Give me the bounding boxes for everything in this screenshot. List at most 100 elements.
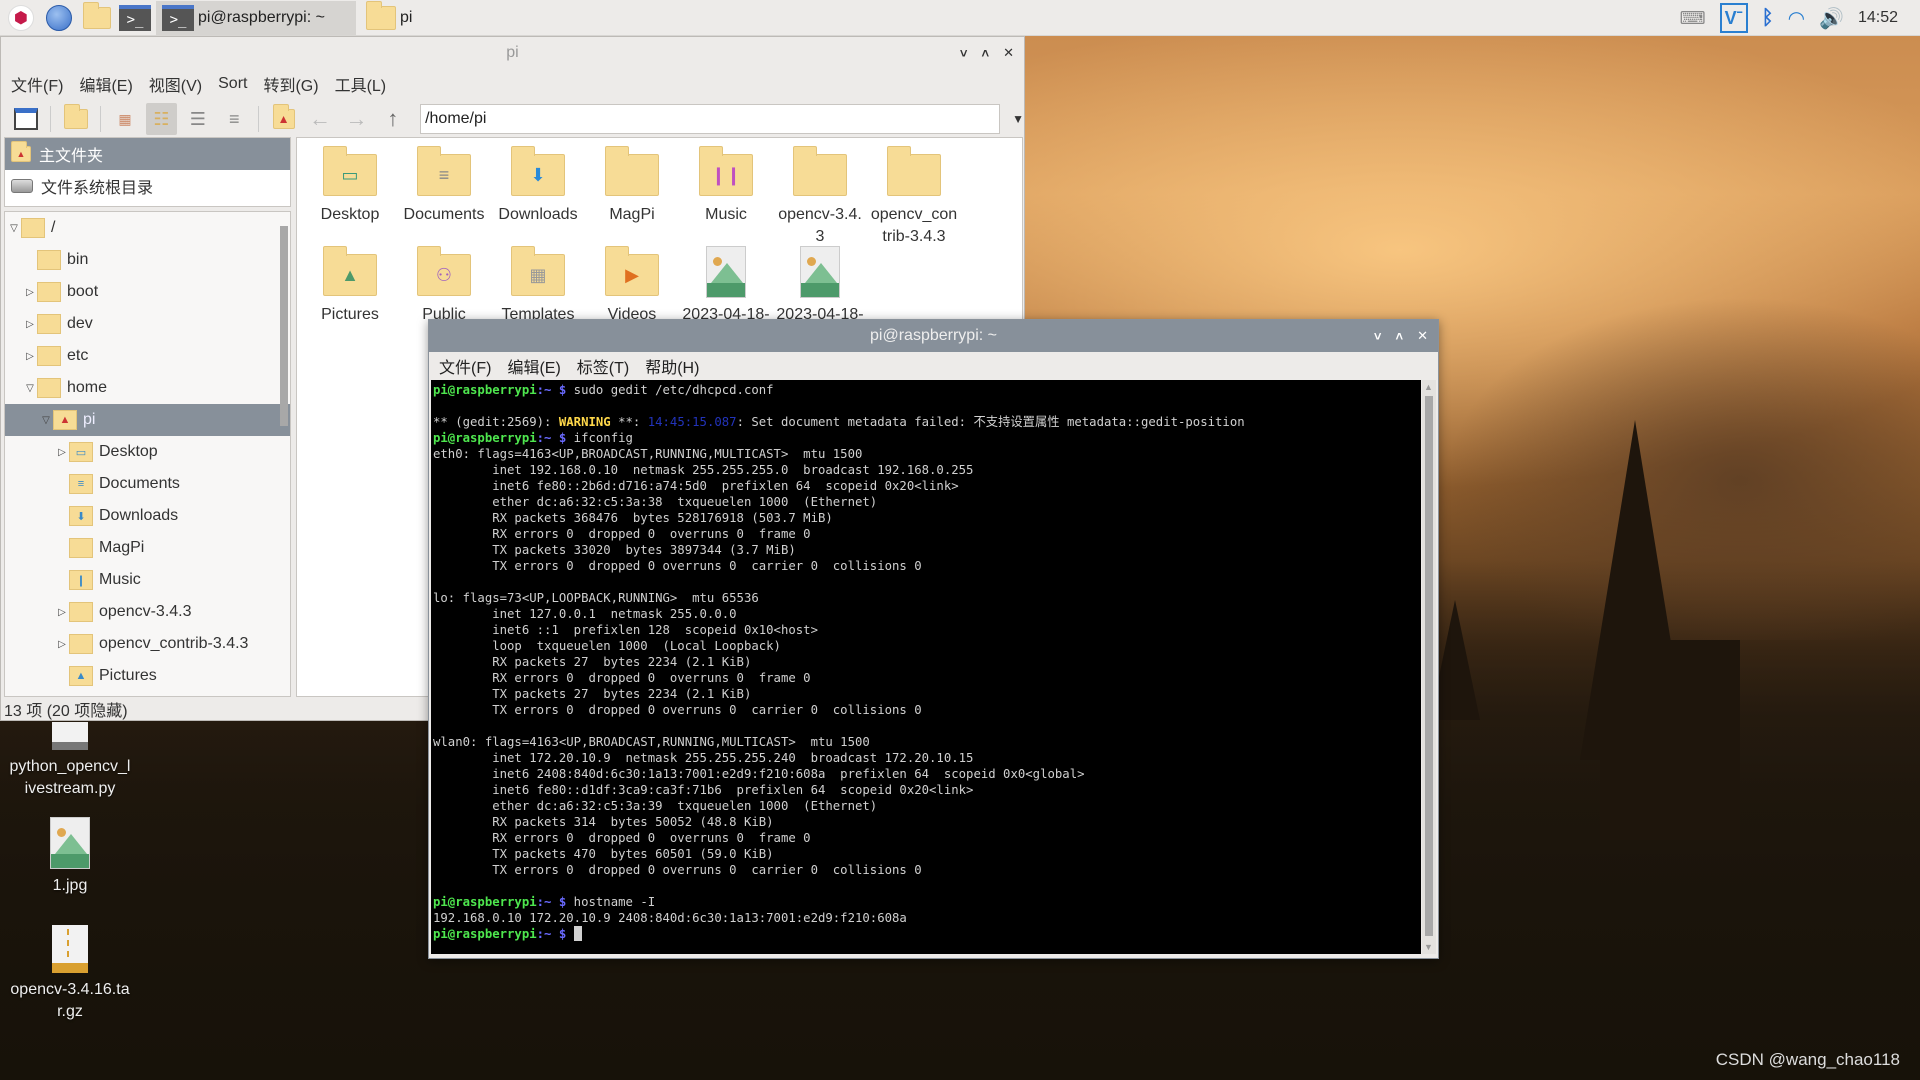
raspberry-menu-button[interactable]: ⬢	[4, 1, 38, 35]
tree-item[interactable]: ▷ boot	[5, 276, 290, 308]
desktop-icon-archive[interactable]: opencv-3.4.16.ta r.gz	[0, 925, 140, 1023]
vnc-icon[interactable]: Vˉ	[1719, 3, 1748, 33]
compact-view-button[interactable]: ☰	[183, 103, 213, 135]
tree-item[interactable]: ▽ ▲ pi	[5, 404, 290, 436]
folder-item[interactable]: ⬇ Downloads	[491, 144, 585, 226]
thumbnail-view-button[interactable]: ▦	[110, 103, 140, 135]
tree-scrollbar[interactable]	[280, 216, 288, 692]
window-titlebar[interactable]: pi@raspberrypi: ~ ˅ ˄ ✕	[429, 320, 1438, 352]
menu-file[interactable]: 文件(F)	[11, 72, 63, 96]
home-button[interactable]: ▲	[268, 103, 298, 135]
tree-item[interactable]: ▽ /	[5, 212, 290, 244]
maximize-button[interactable]: ˄	[1396, 329, 1404, 344]
wifi-icon[interactable]: ◠	[1788, 6, 1805, 31]
task-file-manager[interactable]: pi	[360, 0, 560, 35]
expander-open-icon[interactable]: ▽	[39, 415, 53, 426]
folder-item[interactable]: ▦ Templates	[491, 244, 585, 326]
menu-file[interactable]: 文件(F)	[439, 354, 491, 378]
tree-item[interactable]: ▲ Pictures	[5, 660, 290, 692]
folder-item[interactable]: ▶ Videos	[585, 244, 679, 326]
folder-item[interactable]: opencv_con trib-3.4.3	[867, 144, 961, 248]
folder-item[interactable]: ▲ Pictures	[303, 244, 397, 326]
place-home[interactable]: ▲ 主文件夹	[5, 138, 290, 170]
place-root[interactable]: 文件系统根目录	[5, 170, 290, 202]
tree-item[interactable]: MagPi	[5, 532, 290, 564]
image-file-item[interactable]: 2023-04-18-	[773, 244, 867, 326]
task-terminal[interactable]: >_ pi@raspberrypi: ~	[156, 0, 356, 35]
maximize-button[interactable]: ˄	[982, 46, 990, 61]
minimize-button[interactable]: ˅	[1374, 329, 1382, 344]
expander-closed-icon[interactable]: ▷	[55, 447, 69, 458]
tree-item[interactable]: ▷ etc	[5, 340, 290, 372]
terminal-scrollbar[interactable]: ▲ ▼	[1422, 380, 1436, 954]
expander-closed-icon[interactable]: ▷	[55, 639, 69, 650]
scroll-down-arrow-icon[interactable]: ▼	[1424, 942, 1433, 952]
expander-open-icon[interactable]: ▽	[7, 223, 21, 234]
tree-item-label: Documents	[99, 475, 180, 492]
back-button[interactable]: ←	[305, 103, 335, 135]
tree-item[interactable]: ▷ dev	[5, 308, 290, 340]
terminal-output[interactable]: pi@raspberrypi:~ $ sudo gedit /etc/dhcpc…	[431, 380, 1421, 954]
tree-item[interactable]: ≡ Documents	[5, 468, 290, 500]
menu-go[interactable]: 转到(G)	[263, 72, 318, 96]
tree-item[interactable]: ▷ opencv-3.4.3	[5, 596, 290, 628]
tree-item[interactable]: ❙ Music	[5, 564, 290, 596]
tree-item[interactable]: ▽ home	[5, 372, 290, 404]
new-folder-button[interactable]	[60, 103, 90, 135]
expander-open-icon[interactable]: ▽	[23, 383, 37, 394]
folder-item[interactable]: ⚇ Public	[397, 244, 491, 326]
tree-item-label: etc	[67, 347, 89, 364]
scrollbar-thumb[interactable]	[280, 226, 288, 426]
folder-item[interactable]: MagPi	[585, 144, 679, 226]
expander-closed-icon[interactable]: ▷	[23, 351, 37, 362]
text-file-icon	[52, 722, 88, 750]
folder-icon	[793, 146, 847, 196]
folder-item[interactable]: ▭ Desktop	[303, 144, 397, 226]
keyboard-icon[interactable]: ⌨	[1680, 8, 1706, 29]
icon-view-button[interactable]: ☷	[146, 103, 177, 135]
tree-item[interactable]: ▷ ▭ Desktop	[5, 436, 290, 468]
expander-closed-icon[interactable]: ▷	[23, 287, 37, 298]
file-manager-icon	[83, 1, 111, 29]
menu-sort[interactable]: Sort	[218, 75, 247, 93]
tree-item[interactable]: ⬇ Downloads	[5, 500, 290, 532]
new-window-button[interactable]	[11, 103, 41, 135]
path-history-dropdown[interactable]: ▼	[1012, 112, 1024, 126]
scrollbar-thumb[interactable]	[1425, 396, 1433, 936]
clock[interactable]: 14:52	[1858, 9, 1898, 27]
minimize-button[interactable]: ˅	[960, 46, 968, 61]
expander-closed-icon[interactable]: ▷	[55, 607, 69, 618]
menu-help[interactable]: 帮助(H)	[645, 354, 699, 378]
image-file-item[interactable]: 2023-04-18-	[679, 244, 773, 326]
bluetooth-icon[interactable]: ᛒ	[1762, 7, 1774, 30]
folder-item[interactable]: ≡ Documents	[397, 144, 491, 226]
desktop-icon-image[interactable]: 1.jpg	[0, 815, 140, 897]
folder-item[interactable]: opencv-3.4. 3	[773, 144, 867, 248]
web-browser-button[interactable]	[42, 1, 76, 35]
menu-edit[interactable]: 编辑(E)	[507, 354, 560, 378]
menu-tools[interactable]: 工具(L)	[335, 72, 387, 96]
tree-item-label: Desktop	[99, 443, 158, 460]
volume-icon[interactable]: 🔊	[1819, 6, 1844, 31]
expander-closed-icon[interactable]: ▷	[23, 319, 37, 330]
tree-item[interactable]: ▷ opencv_contrib-3.4.3	[5, 628, 290, 660]
window-titlebar[interactable]: pi ˅ ˄ ✕	[1, 37, 1024, 69]
list-view-button[interactable]: ≡	[219, 103, 249, 135]
path-input[interactable]: /home/pi	[420, 104, 1001, 134]
folder-item[interactable]: ❙❙ Music	[679, 144, 773, 226]
item-label: MagPi	[609, 206, 655, 223]
desktop-icon-python-file[interactable]: python_opencv_l ivestream.py	[0, 722, 140, 800]
up-button[interactable]: ↑	[378, 103, 408, 135]
terminal-launcher-button[interactable]: >_	[118, 1, 152, 35]
menu-edit[interactable]: 编辑(E)	[79, 72, 132, 96]
forward-button[interactable]: →	[341, 103, 371, 135]
scroll-up-arrow-icon[interactable]: ▲	[1424, 382, 1433, 392]
menu-view[interactable]: 视图(V)	[149, 72, 202, 96]
menu-tabs[interactable]: 标签(T)	[577, 354, 629, 378]
close-button[interactable]: ✕	[1003, 45, 1014, 61]
tree-item[interactable]: bin	[5, 244, 290, 276]
close-button[interactable]: ✕	[1417, 328, 1428, 344]
file-manager-button[interactable]	[80, 1, 114, 35]
toolbar-separator	[50, 106, 52, 132]
tree-item-label: Music	[99, 571, 141, 588]
